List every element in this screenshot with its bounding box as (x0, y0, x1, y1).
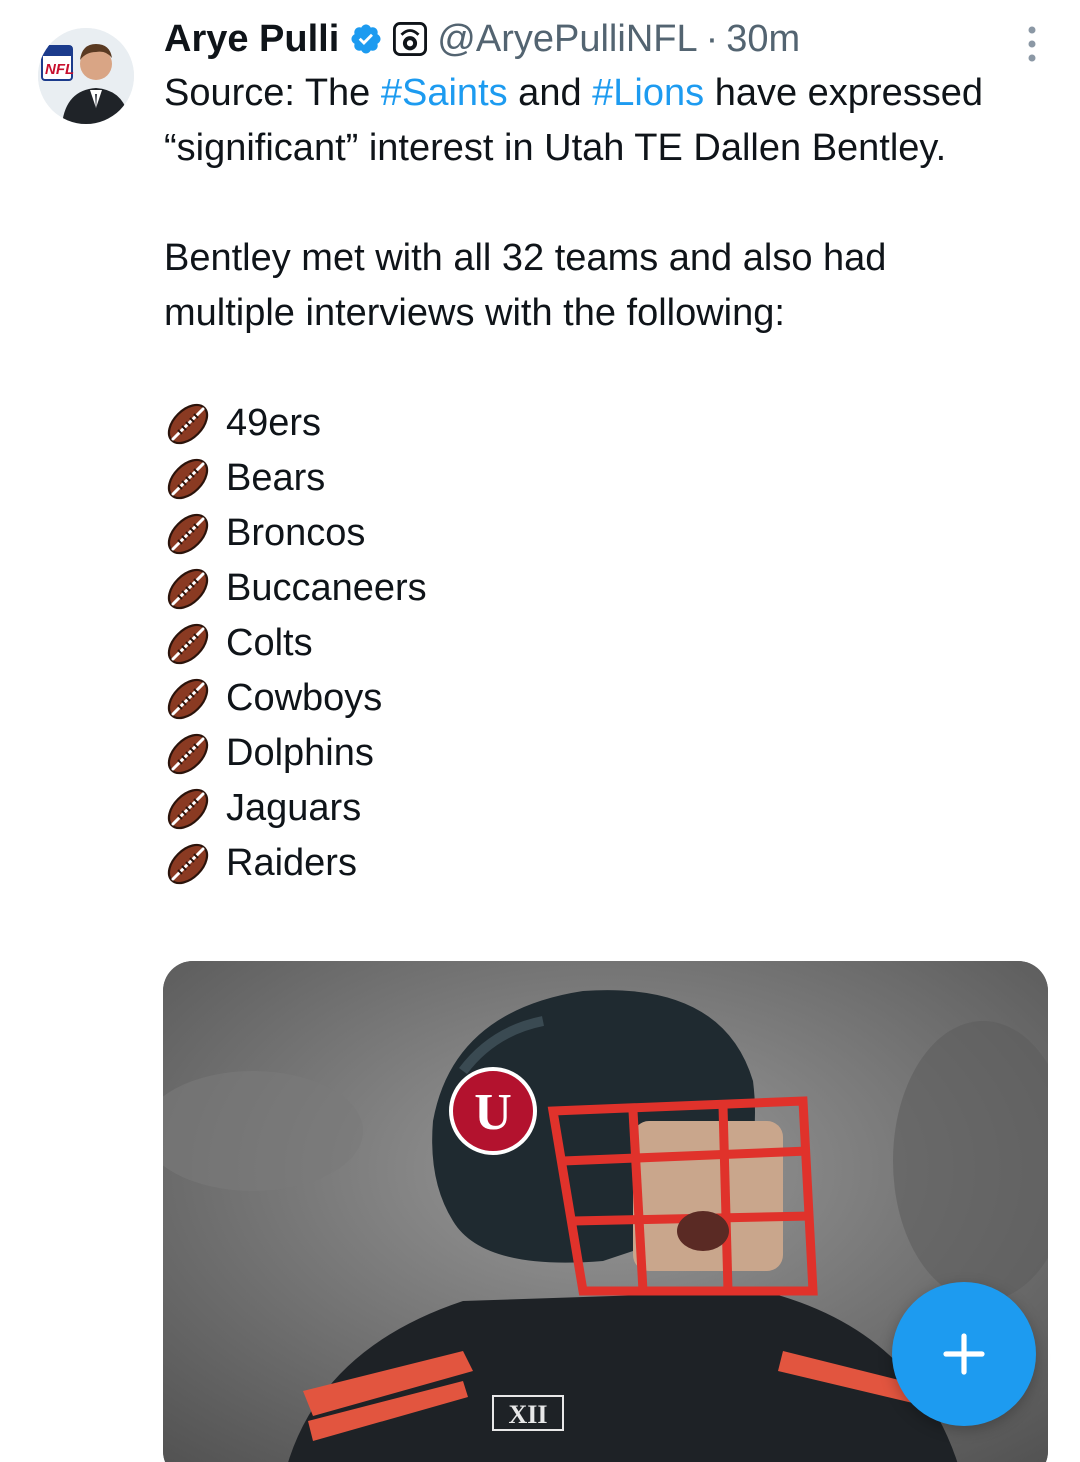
team-list-item: Jaguars (164, 781, 1024, 836)
american-football-icon (167, 513, 209, 554)
author-name[interactable]: Arye Pulli (164, 18, 339, 61)
american-football-icon (167, 568, 209, 609)
team-list: 49ers Bears Broncos Buccaneers Colts Cowboys D… (164, 396, 1024, 891)
team-name: Raiders (226, 842, 357, 884)
team-list-item: 49ers (164, 396, 1024, 451)
hashtag-lions[interactable]: #Lions (592, 72, 704, 114)
verified-badge-icon[interactable] (349, 22, 383, 56)
jersey-patch-text: XII (508, 1400, 547, 1429)
team-list-item: Colts (164, 616, 1024, 671)
team-name: Dolphins (226, 732, 374, 774)
american-football-icon (167, 733, 209, 774)
team-name: Colts (226, 622, 313, 664)
affiliation-badge-icon[interactable] (393, 22, 428, 56)
more-vertical-icon[interactable] (1022, 24, 1042, 64)
american-football-icon (167, 623, 209, 664)
team-list-item: Bears (164, 451, 1024, 506)
avatar[interactable]: NFL (38, 28, 134, 124)
separator-dot: · (705, 17, 719, 60)
american-football-icon (167, 788, 209, 829)
team-list-item: Cowboys (164, 671, 1024, 726)
tweet-paragraph-2: Bentley met with all 32 teams and also h… (164, 237, 887, 334)
author-handle[interactable]: @AryePulliNFL (437, 18, 697, 61)
tweet-header: Arye Pulli @AryePulliNFL · 30m (164, 14, 800, 64)
tweet-text: Source: The #Saints and #Lions have expr… (164, 66, 1024, 891)
american-football-icon (167, 843, 209, 884)
helmet-letter: U (474, 1084, 512, 1141)
tweet-timestamp[interactable]: 30m (726, 18, 800, 61)
team-name: Cowboys (226, 677, 383, 719)
team-list-item: Raiders (164, 836, 1024, 891)
team-name: 49ers (226, 402, 322, 444)
tweet-paragraph-1: Source: The #Saints and #Lions have expr… (164, 66, 1024, 176)
team-list-item: Dolphins (164, 726, 1024, 781)
compose-button[interactable] (892, 1282, 1036, 1426)
team-name: Bears (226, 457, 326, 499)
american-football-icon (167, 678, 209, 719)
team-list-item: Buccaneers (164, 561, 1024, 616)
american-football-icon (167, 403, 209, 444)
plus-icon (943, 1333, 985, 1375)
team-list-item: Broncos (164, 506, 1024, 561)
team-name: Buccaneers (226, 567, 427, 609)
tweet-text-segment: Source: The (164, 72, 381, 114)
tweet-text-segment: and (507, 72, 593, 114)
tweet[interactable]: NFL Arye Pulli @AryePulliNFL · 30m Sourc… (0, 0, 1080, 1462)
svg-text:NFL: NFL (45, 61, 74, 78)
team-name: Broncos (226, 512, 366, 554)
team-name: Jaguars (226, 787, 362, 829)
american-football-icon (167, 458, 209, 499)
hashtag-saints[interactable]: #Saints (381, 72, 508, 114)
